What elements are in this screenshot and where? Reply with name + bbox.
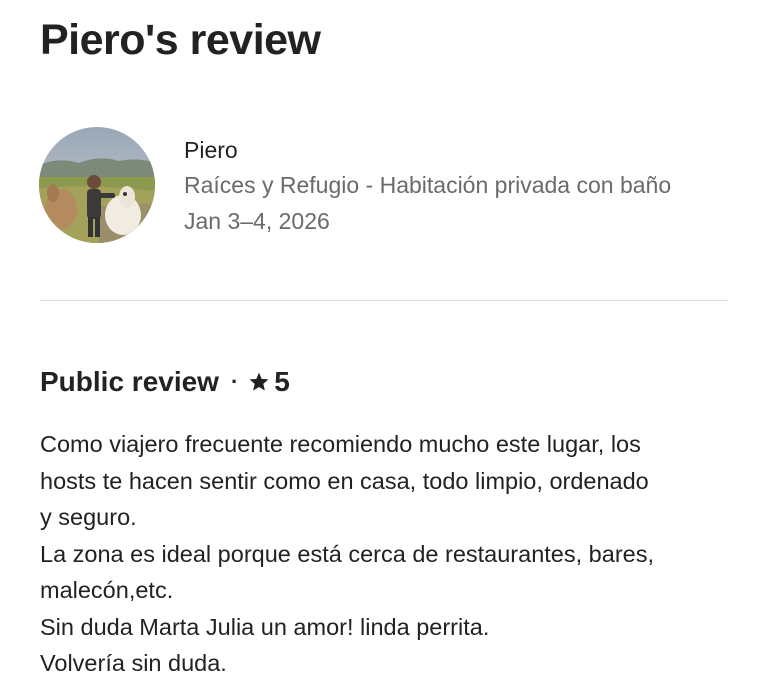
review-line: La zona es ideal porque está cerca de re…: [40, 540, 654, 567]
review-line: y seguro.: [40, 504, 137, 530]
profile-photo-icon: [39, 127, 155, 243]
reviewer-name[interactable]: Piero: [184, 133, 671, 167]
star-icon: [248, 371, 270, 393]
separator-dot: ·: [230, 369, 239, 394]
review-line: Sin duda Marta Julia un amor! linda perr…: [40, 613, 490, 640]
public-review-label: Public review: [40, 366, 219, 397]
review-line: Volvería sin duda.: [40, 650, 227, 676]
review-text: Como viajero frecuente recomiendo mucho …: [40, 426, 730, 682]
page-title: Piero's review: [40, 16, 321, 64]
avatar[interactable]: [39, 127, 155, 243]
public-review-heading: Public review · 5: [40, 362, 290, 402]
review-line: Como viajero frecuente recomiendo mucho …: [40, 431, 641, 457]
divider: [40, 300, 728, 301]
review-line: malecón,etc.: [40, 577, 174, 603]
review-line: hosts te hacen sentir como en casa, todo…: [40, 467, 649, 494]
reviewer-info: Piero Raíces y Refugio - Habitación priv…: [184, 133, 671, 239]
stay-dates: Jan 3–4, 2026: [184, 208, 330, 234]
listing-name: Raíces y Refugio - Habitación privada co…: [184, 172, 672, 198]
rating-value: 5: [274, 366, 290, 397]
